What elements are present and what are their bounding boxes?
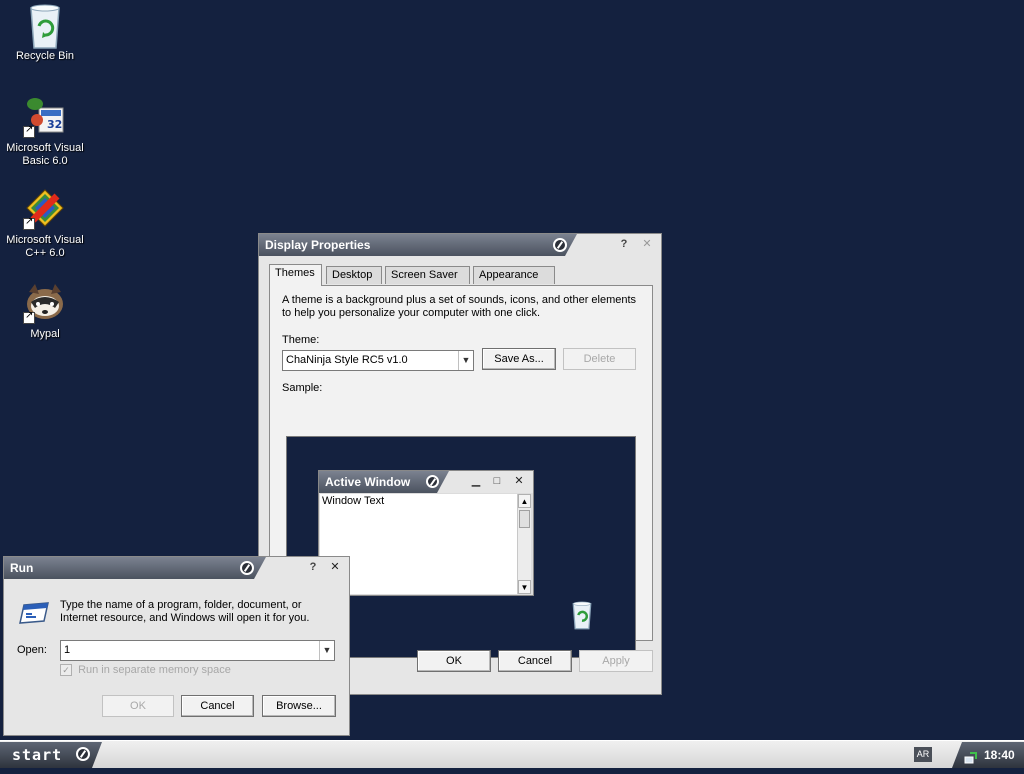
start-badge-icon xyxy=(76,747,90,761)
desktop-icon-label: Microsoft Visual C++ 6.0 xyxy=(6,234,84,259)
apply-button[interactable]: Apply xyxy=(579,650,653,672)
desktop-icon-recycle-bin[interactable]: Recycle Bin xyxy=(0,2,90,63)
tab-appearance[interactable]: Appearance xyxy=(473,266,555,284)
maximize-icon: □ xyxy=(493,475,501,487)
ok-button[interactable]: OK xyxy=(102,695,174,717)
sample-scrollbar: ▲ ▼ xyxy=(517,494,531,594)
theme-label: Theme: xyxy=(282,334,320,346)
recycle-bin-icon xyxy=(23,2,67,49)
cancel-button[interactable]: Cancel xyxy=(181,695,254,717)
svg-text:32: 32 xyxy=(47,118,62,131)
run-dialog: Run ? ✕ Type the name of a program, fold… xyxy=(3,556,350,736)
visual-cpp-icon xyxy=(23,186,67,230)
window-style-badge-icon xyxy=(426,475,439,488)
scroll-down-icon: ▼ xyxy=(518,580,531,594)
sample-label: Sample: xyxy=(282,382,323,394)
desktop-icon-visual-basic[interactable]: 32 Microsoft Visual Basic 6.0 xyxy=(0,94,90,168)
visual-basic-icon: 32 xyxy=(23,94,67,138)
language-indicator[interactable]: AR xyxy=(914,747,932,762)
titlebar[interactable]: Display Properties ? ✕ xyxy=(259,234,661,256)
close-button[interactable]: ✕ xyxy=(640,237,654,251)
mypal-raccoon-icon xyxy=(23,280,67,324)
separate-memory-checkbox-row: ✓ Run in separate memory space xyxy=(60,664,231,678)
window-title: Display Properties xyxy=(259,234,577,256)
window-style-badge-icon xyxy=(240,561,254,575)
shortcut-arrow-icon xyxy=(23,310,35,324)
cancel-button[interactable]: Cancel xyxy=(498,650,572,672)
close-icon: ✕ xyxy=(514,475,524,487)
clock[interactable]: 18:40 xyxy=(984,742,1015,768)
tray-network-icon[interactable] xyxy=(964,748,978,764)
open-input-value: 1 xyxy=(64,644,71,656)
chevron-down-icon[interactable]: ▼ xyxy=(319,641,334,660)
delete-button[interactable]: Delete xyxy=(563,348,636,370)
theme-select[interactable]: ChaNinja Style RC5 v1.0 ▼ xyxy=(282,350,474,371)
sample-titlebar: Active Window ▁ □ ✕ xyxy=(319,471,533,493)
run-description: Type the name of a program, folder, docu… xyxy=(60,599,310,624)
save-as-button[interactable]: Save As... xyxy=(482,348,556,370)
open-input[interactable]: 1 ▼ xyxy=(60,640,335,661)
desktop-icon-mypal[interactable]: Mypal xyxy=(0,280,90,341)
separate-memory-label: Run in separate memory space xyxy=(78,664,231,677)
window-style-badge-icon xyxy=(553,238,567,252)
shortcut-arrow-icon xyxy=(23,216,35,230)
tab-themes[interactable]: Themes xyxy=(269,264,322,286)
window-title: Run xyxy=(4,557,266,579)
scroll-up-icon: ▲ xyxy=(518,494,531,508)
sample-active-window: Active Window ▁ □ ✕ Window Text ▲ ▼ xyxy=(318,470,534,596)
desktop-icon-label: Recycle Bin xyxy=(15,50,75,62)
help-button[interactable]: ? xyxy=(617,237,631,251)
ok-button[interactable]: OK xyxy=(417,650,491,672)
theme-select-value: ChaNinja Style RC5 v1.0 xyxy=(286,354,408,366)
sample-recycle-bin-icon xyxy=(568,600,598,630)
themes-description: A theme is a background plus a set of so… xyxy=(282,294,637,319)
start-button[interactable]: start xyxy=(0,742,102,768)
tab-screen-saver[interactable]: Screen Saver xyxy=(385,266,470,284)
close-button[interactable]: ✕ xyxy=(328,560,342,574)
open-label: Open: xyxy=(17,644,47,656)
scroll-thumb xyxy=(519,510,530,528)
desktop-icon-label: Microsoft Visual Basic 6.0 xyxy=(6,142,84,167)
help-button[interactable]: ? xyxy=(306,560,320,574)
chevron-down-icon[interactable]: ▼ xyxy=(458,351,473,370)
desktop-icon-label: Mypal xyxy=(30,328,60,340)
separate-memory-checkbox[interactable]: ✓ xyxy=(60,664,72,677)
minimize-icon: ▁ xyxy=(471,475,481,487)
system-tray: 18:40 xyxy=(952,742,1024,768)
tab-desktop[interactable]: Desktop xyxy=(326,266,382,284)
run-program-icon xyxy=(18,601,50,625)
browse-button[interactable]: Browse... xyxy=(262,695,336,717)
shortcut-arrow-icon xyxy=(23,124,35,138)
taskbar: start AR 18:40 xyxy=(0,740,1024,768)
desktop-icon-visual-cpp[interactable]: Microsoft Visual C++ 6.0 xyxy=(0,186,90,260)
titlebar[interactable]: Run ? ✕ xyxy=(4,557,349,579)
start-label: start xyxy=(12,746,63,764)
